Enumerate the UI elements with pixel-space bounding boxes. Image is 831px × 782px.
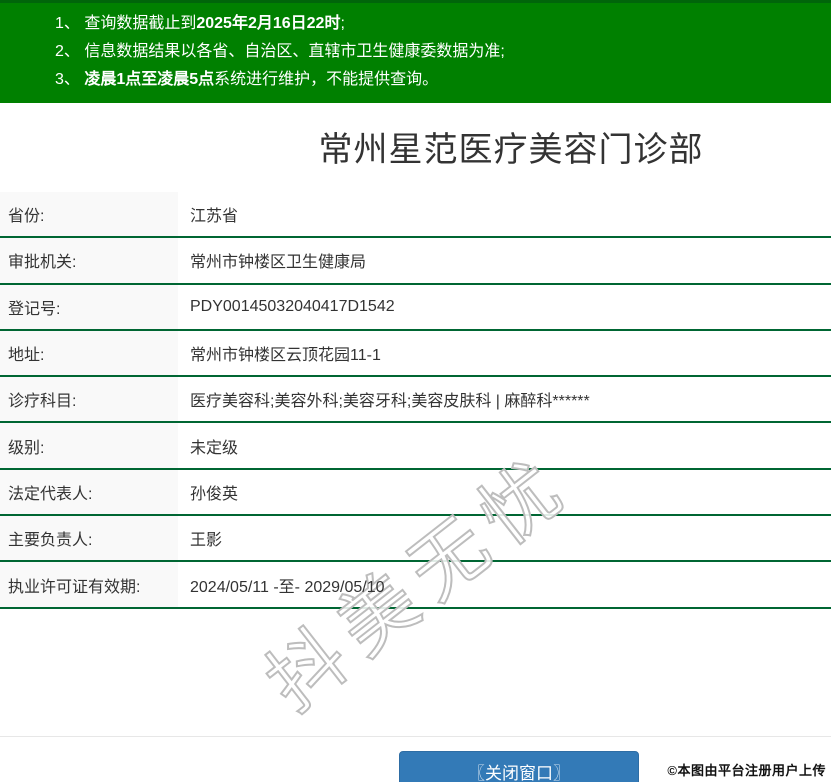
notice-item: 2、 信息数据结果以各省、自治区、直辖市卫生健康委数据为准; — [55, 38, 811, 66]
row-value: 2024/05/11 -至- 2029/05/10 — [190, 578, 385, 596]
row-value: 医疗美容科;美容外科;美容牙科;美容皮肤科 | 麻醉科****** — [190, 393, 590, 411]
table-row: 法定代表人: 孙俊英 — [0, 469, 831, 517]
row-value: 孙俊英 — [190, 485, 239, 503]
row-label: 省份: — [0, 192, 178, 237]
row-label: 地址: — [0, 330, 178, 376]
row-value: 王影 — [190, 532, 223, 550]
row-value: 常州市钟楼区卫生健康局 — [190, 254, 367, 272]
notice-text-bold: 凌晨1点至凌晨5点 — [84, 71, 215, 88]
table-row: 诊疗科目: 医疗美容科;美容外科;美容牙科;美容皮肤科 | 麻醉科****** — [0, 377, 831, 424]
row-label: 执业许可证有效期: — [0, 562, 178, 607]
row-label: 法定代表人: — [0, 469, 178, 515]
table-row: 主要负责人: 王影 — [0, 516, 831, 563]
notice-text: ; — [340, 15, 345, 32]
title-container: 常州星范医疗美容门诊部 — [0, 126, 831, 174]
page-title: 常州星范医疗美容门诊部 — [318, 131, 704, 169]
table-row: 省份: 江苏省 — [0, 192, 831, 239]
row-value: 江苏省 — [190, 208, 239, 226]
close-window-button[interactable]: 〖关闭窗口〗 — [399, 751, 639, 782]
notice-text: 2、 信息数据结果以各省、自治区、直辖市卫生健康委数据为准; — [55, 43, 505, 60]
table-row: 地址: 常州市钟楼区云顶花园11-1 — [0, 330, 831, 378]
row-value: 常州市钟楼区云顶花园11-1 — [190, 347, 381, 365]
credit-watermark: ©本图由平台注册用户上传 — [667, 763, 826, 778]
table-row: 登记号: PDY00145032040417D1542 — [0, 284, 831, 331]
table-row: 级别: 未定级 — [0, 423, 831, 470]
row-label: 诊疗科目: — [0, 377, 178, 422]
notice-text: 1、 查询数据截止到 — [55, 15, 197, 32]
footer-divider — [0, 736, 831, 737]
notice-text: 系统进行维护，不能提供查询。 — [214, 71, 439, 88]
row-label: 级别: — [0, 423, 178, 468]
notice-item: 1、 查询数据截止到2025年2月16日22时; — [55, 10, 811, 38]
notice-item: 3、 凌晨1点至凌晨5点系统进行维护，不能提供查询。 — [55, 66, 811, 94]
table-row: 审批机关: 常州市钟楼区卫生健康局 — [0, 238, 831, 285]
row-label: 登记号: — [0, 284, 178, 329]
row-value: 未定级 — [190, 439, 239, 457]
table-row: 执业许可证有效期: 2024/05/11 -至- 2029/05/10 — [0, 562, 831, 609]
row-label: 审批机关: — [0, 238, 178, 283]
row-value: PDY00145032040417D1542 — [190, 297, 395, 315]
notice-text: 3、 — [55, 71, 85, 88]
notice-text-bold: 2025年2月16日22时 — [196, 15, 341, 32]
info-table: 省份: 江苏省 审批机关: 常州市钟楼区卫生健康局 登记号: PDY001450… — [0, 192, 831, 728]
notice-bar: 1、 查询数据截止到2025年2月16日22时; 2、 信息数据结果以各省、自治… — [0, 0, 831, 103]
row-label: 主要负责人: — [0, 516, 178, 561]
